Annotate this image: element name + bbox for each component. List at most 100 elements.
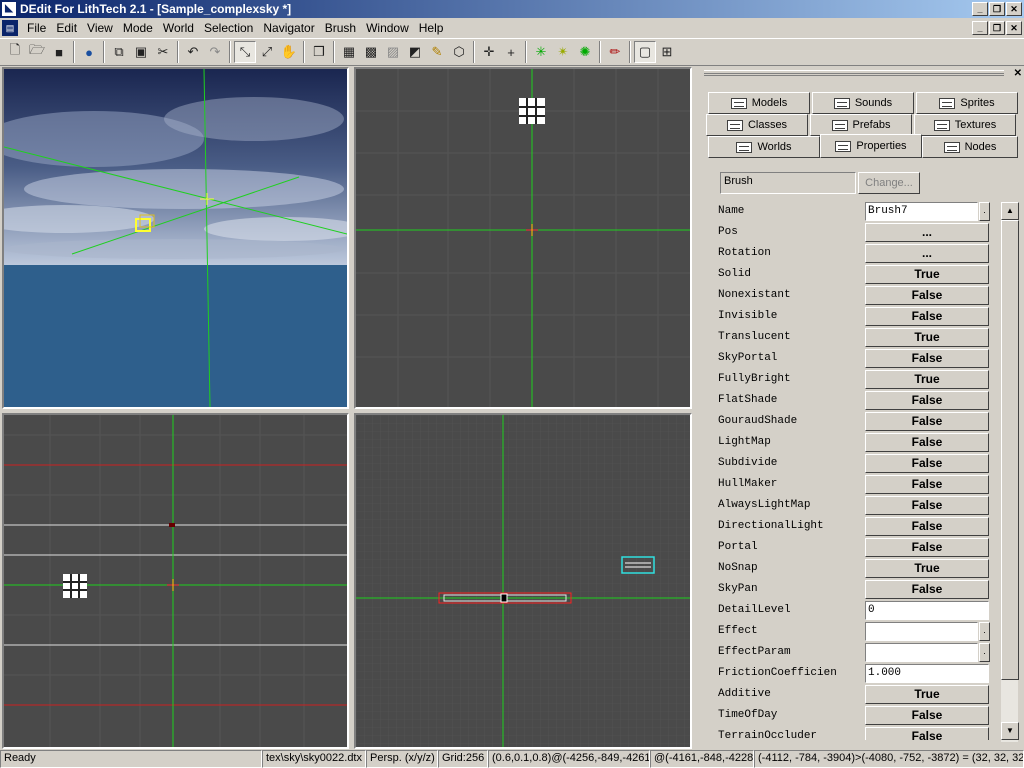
property-value-field[interactable] [865, 643, 978, 662]
property-value-button[interactable]: True [865, 559, 989, 578]
tab-worlds[interactable]: Worlds [708, 136, 820, 158]
property-value-button[interactable]: True [865, 370, 989, 389]
cross-icon[interactable]: + [500, 41, 522, 63]
menu-help[interactable]: Help [414, 21, 449, 35]
property-value-field[interactable]: Brush7 [865, 202, 978, 221]
minimize-button[interactable]: _ [972, 2, 988, 16]
green-star-icon[interactable]: ✳ [530, 41, 552, 63]
tab-sprites[interactable]: Sprites [916, 92, 1018, 114]
side-viewport[interactable] [354, 413, 692, 749]
checker-icon[interactable]: ◩ [404, 41, 426, 63]
doc-close-button[interactable]: ✕ [1006, 21, 1022, 35]
property-value-button[interactable]: False [865, 412, 989, 431]
doc-minimize-button[interactable]: _ [972, 21, 988, 35]
property-value-button[interactable]: ... [865, 223, 989, 242]
globe-icon[interactable]: ● [78, 41, 100, 63]
wand-icon[interactable]: ✎ [426, 41, 448, 63]
menu-edit[interactable]: Edit [51, 21, 82, 35]
maximize-button[interactable]: ❐ [989, 2, 1005, 16]
pan-hand-icon[interactable]: ✋ [278, 41, 300, 63]
menu-navigator[interactable]: Navigator [258, 21, 319, 35]
brush-grid-icon[interactable]: ▩ [360, 41, 382, 63]
property-browse-button[interactable]: . [979, 643, 990, 662]
tab-sounds[interactable]: Sounds [812, 92, 914, 114]
front-viewport[interactable] [2, 413, 349, 749]
tab-prefabs[interactable]: Prefabs [810, 114, 912, 136]
property-value-button[interactable]: False [865, 517, 989, 536]
tab-textures[interactable]: Textures [914, 114, 1016, 136]
property-value-button[interactable]: False [865, 286, 989, 305]
menu-mode[interactable]: Mode [118, 21, 158, 35]
models-icon [730, 97, 747, 109]
geometry-icon[interactable]: ⬡ [448, 41, 470, 63]
property-value-button[interactable]: False [865, 433, 989, 452]
top-viewport[interactable] [354, 67, 692, 409]
property-value-button[interactable]: True [865, 685, 989, 704]
copy-icon[interactable]: ⧉ [108, 41, 130, 63]
menu-file[interactable]: File [22, 21, 51, 35]
tab-models[interactable]: Models [708, 92, 810, 114]
green-spark-icon[interactable]: ✺ [574, 41, 596, 63]
close-button[interactable]: ✕ [1006, 2, 1022, 16]
select-brush-icon[interactable]: ⤡ [234, 41, 256, 63]
pen-icon[interactable]: ✏ [604, 41, 626, 63]
classes-icon [726, 119, 743, 131]
edit-vertex-icon[interactable]: ⤢ [256, 41, 278, 63]
crosshair-icon[interactable]: ✛ [478, 41, 500, 63]
scroll-up-icon[interactable]: ▲ [1001, 202, 1019, 220]
perspective-viewport[interactable] [2, 67, 349, 409]
object-grid-icon[interactable] [519, 98, 545, 124]
property-value-field[interactable]: 0 [865, 601, 989, 620]
cut-icon[interactable]: ✂ [152, 41, 174, 63]
property-value-button[interactable]: False [865, 580, 989, 599]
property-value-button[interactable]: False [865, 349, 989, 368]
new-file-icon[interactable]: 🗋 [4, 41, 26, 63]
brush-grey-icon[interactable]: ▨ [382, 41, 404, 63]
property-value-button[interactable]: False [865, 391, 989, 410]
dedit-icon: ◣ [2, 2, 16, 16]
change-button[interactable]: Change... [858, 172, 920, 194]
paste-icon[interactable]: ▣ [130, 41, 152, 63]
property-row: Solid True [718, 265, 990, 286]
green-burst-icon[interactable]: ✴ [552, 41, 574, 63]
property-value-field[interactable] [865, 622, 978, 641]
property-value-button[interactable]: ... [865, 244, 989, 263]
textures-icon [933, 119, 950, 131]
menu-view[interactable]: View [82, 21, 118, 35]
property-value-button[interactable]: True [865, 265, 989, 284]
menu-window[interactable]: Window [361, 21, 414, 35]
snap-icon[interactable]: ▢ [634, 41, 656, 63]
property-value-field[interactable]: 1.000 [865, 664, 989, 683]
property-value-button[interactable]: False [865, 706, 989, 725]
view-cube-icon[interactable]: ❒ [308, 41, 330, 63]
property-browse-button[interactable]: . [979, 202, 990, 221]
save-icon[interactable]: ■ [48, 41, 70, 63]
property-value-button[interactable]: False [865, 454, 989, 473]
tab-nodes[interactable]: Nodes [922, 136, 1018, 158]
panel-close-icon[interactable]: ✕ [1014, 68, 1022, 79]
scroll-thumb[interactable] [1001, 220, 1019, 680]
property-browse-button[interactable]: . [979, 622, 990, 641]
menu-selection[interactable]: Selection [199, 21, 258, 35]
property-value-button[interactable]: False [865, 307, 989, 326]
open-folder-icon[interactable]: 🗁 [26, 41, 48, 63]
property-scrollbar[interactable]: ▲ ▼ [1000, 202, 1019, 742]
status-ready: Ready [0, 750, 262, 768]
undo-icon[interactable]: ↶ [182, 41, 204, 63]
doc-maximize-button[interactable]: ❐ [989, 21, 1005, 35]
property-value-button[interactable]: False [865, 727, 989, 740]
document-icon[interactable]: ▤ [2, 20, 18, 36]
render-icon[interactable]: ▦ [338, 41, 360, 63]
scroll-down-icon[interactable]: ▼ [1001, 722, 1019, 740]
property-value-button[interactable]: False [865, 475, 989, 494]
tab-properties[interactable]: Properties [820, 134, 922, 158]
property-value-button[interactable]: False [865, 496, 989, 515]
menu-world[interactable]: World [158, 21, 199, 35]
object-grid-icon[interactable] [63, 574, 87, 598]
menu-brush[interactable]: Brush [320, 21, 361, 35]
grid-toggle-icon[interactable]: ⊞ [656, 41, 678, 63]
property-value-button[interactable]: True [865, 328, 989, 347]
property-value-button[interactable]: False [865, 538, 989, 557]
redo-icon[interactable]: ↷ [204, 41, 226, 63]
tab-classes[interactable]: Classes [706, 114, 808, 136]
